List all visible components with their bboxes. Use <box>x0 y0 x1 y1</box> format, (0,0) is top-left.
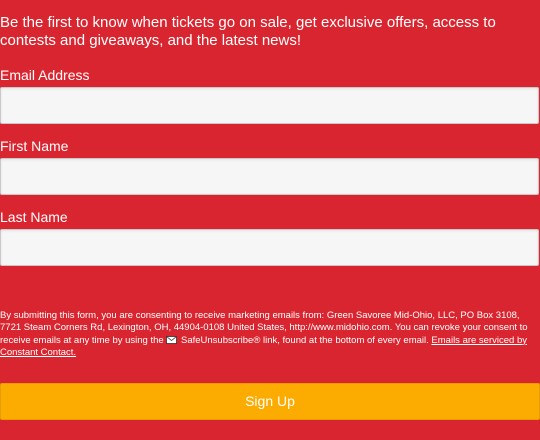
consent-notice: By submitting this form, you are consent… <box>0 310 536 359</box>
first-name-field[interactable] <box>0 158 539 195</box>
last-name-label: Last Name <box>0 209 68 225</box>
sign-up-button[interactable]: Sign Up <box>0 383 540 420</box>
first-name-label: First Name <box>0 138 69 154</box>
consent-text-unsubscribe: SafeUnsubscribe® link, found at the bott… <box>178 334 429 346</box>
intro-text: Be the first to know when tickets go on … <box>0 14 496 49</box>
envelope-icon <box>166 335 178 344</box>
email-field[interactable] <box>0 87 539 124</box>
email-label: Email Address <box>0 67 90 83</box>
last-name-field[interactable] <box>0 229 539 266</box>
